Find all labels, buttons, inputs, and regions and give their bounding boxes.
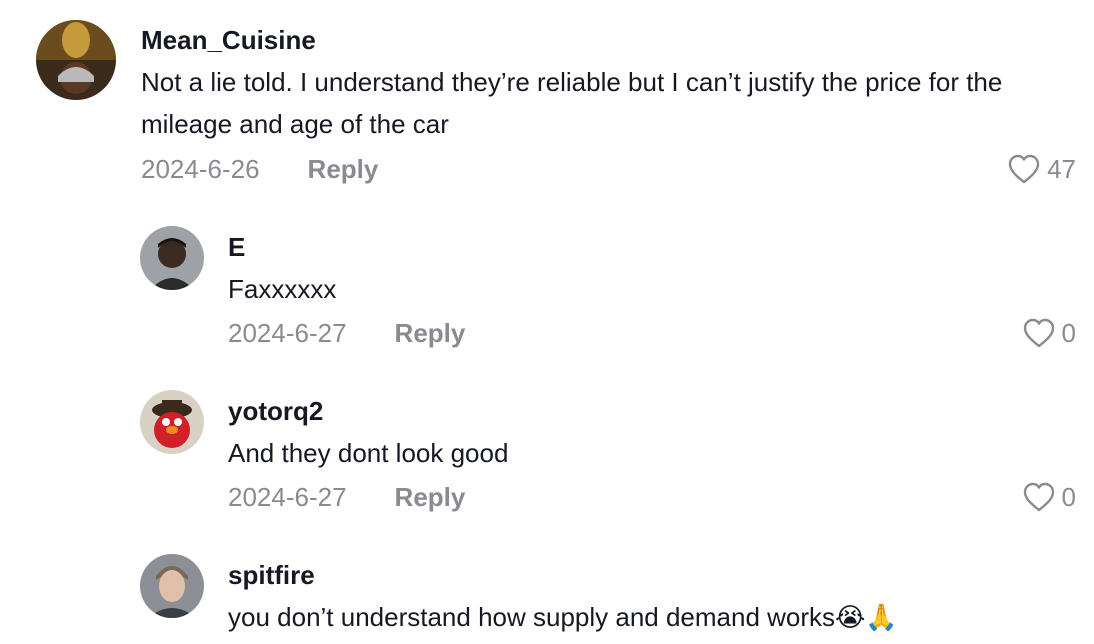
comment-username[interactable]: Mean_Cuisine [141,24,316,56]
like-button[interactable]: 0 [1022,317,1076,349]
comment-username[interactable]: E [228,231,245,263]
like-count: 0 [1061,318,1076,348]
like-count: 0 [1061,482,1076,512]
like-button[interactable]: 47 [1007,153,1076,185]
comment-meta: 2024-6-26 Reply [141,153,378,185]
comment-text: Faxxxxxx [228,274,337,304]
comment-text: you don’t understand how supply and dema… [228,602,898,632]
heart-outline-icon [1023,482,1054,512]
heart-outline-icon [1008,154,1040,184]
heart-outline-icon [1023,318,1054,348]
avatar[interactable] [140,226,204,290]
like-count: 47 [1047,154,1076,184]
comment-username[interactable]: yotorq2 [228,395,323,427]
reply-button[interactable]: Reply [395,318,466,348]
comment-date: 2024-6-27 [228,482,347,512]
comment-text: Not a lie told. I understand they’re rel… [141,67,1003,139]
comment-date: 2024-6-26 [141,154,260,184]
avatar[interactable] [140,390,204,454]
avatar[interactable] [36,20,116,100]
comment-date: 2024-6-27 [228,318,347,348]
comment-text: And they dont look good [228,438,509,468]
comment-meta: 2024-6-27 Reply [228,481,465,513]
reply-button[interactable]: Reply [395,482,466,512]
comment-username[interactable]: spitfire [228,559,315,591]
avatar[interactable] [140,554,204,618]
reply-button[interactable]: Reply [308,154,379,184]
comment-meta: 2024-6-27 Reply [228,317,465,349]
like-button[interactable]: 0 [1022,481,1076,513]
